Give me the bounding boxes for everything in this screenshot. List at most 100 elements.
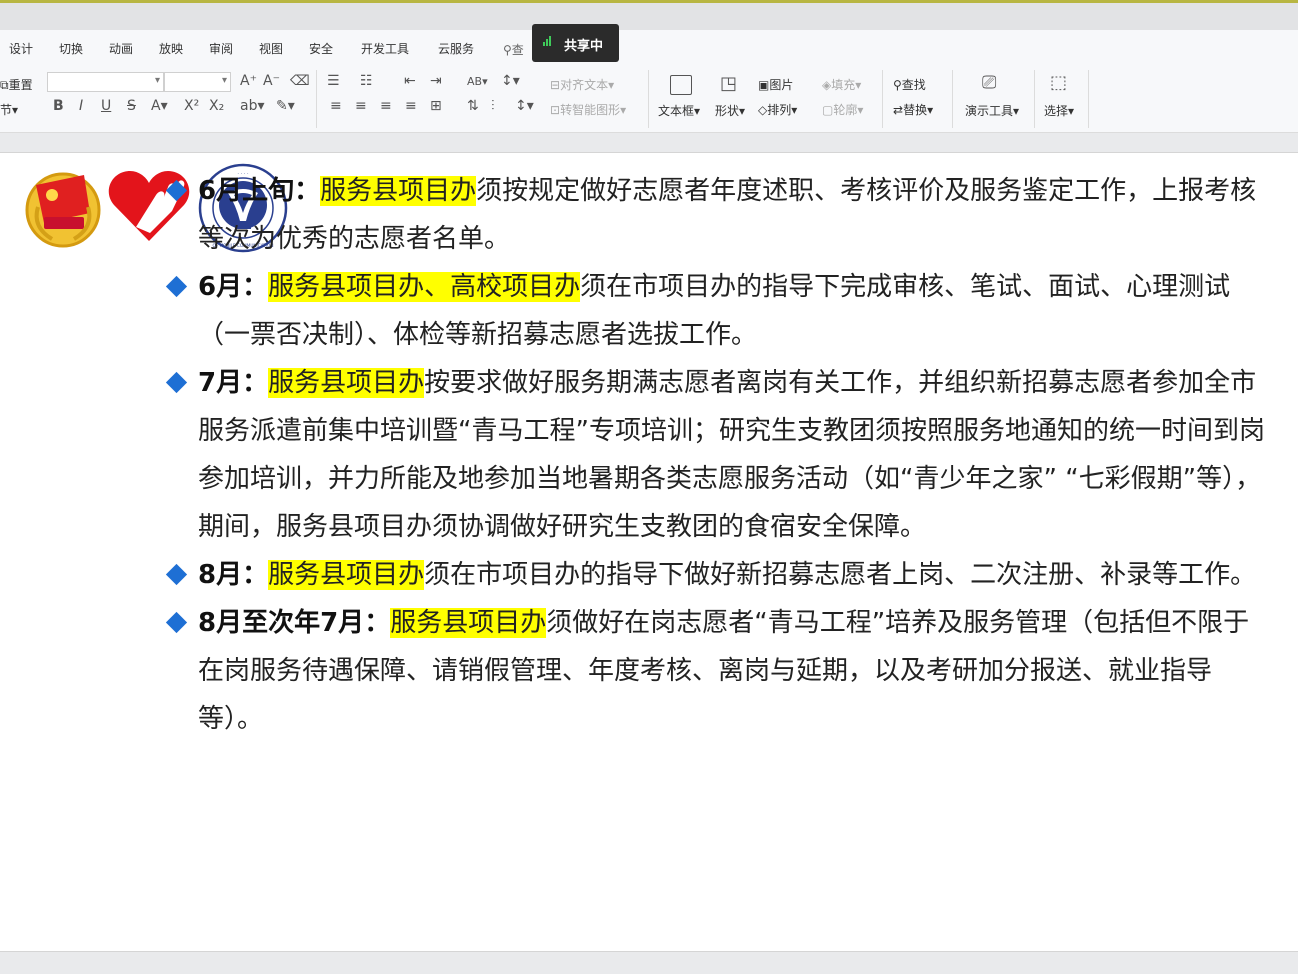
replace-button[interactable]: ⇄替换▾ [893, 101, 933, 118]
select-button[interactable]: 选择▾ [1044, 102, 1074, 119]
divider [648, 70, 649, 128]
picture-label: 图片 [769, 78, 794, 92]
tab-cloud-service[interactable]: 云服务 [438, 40, 474, 57]
shape-button[interactable]: 形状▾ [715, 102, 745, 119]
align-text-button[interactable]: ⊟对齐文本▾ [550, 76, 614, 93]
tab-design[interactable]: 设计 [9, 40, 33, 57]
paragraph-spacing-icon[interactable]: ⇅ [467, 98, 479, 114]
tab-animation[interactable]: 动画 [109, 40, 133, 57]
textbox-button[interactable]: 文本框▾ [658, 102, 700, 119]
item-period-label: 7月 [198, 368, 243, 398]
line-spacing-icon[interactable]: ↕▾ [501, 73, 520, 89]
sharing-status-badge[interactable]: 共享中 [532, 24, 619, 62]
divider [1034, 70, 1035, 128]
shape-label: 形状 [715, 104, 740, 118]
list-item[interactable]: 8月至次年7月：服务县项目办须做好在岗志愿者“青马工程”培养及服务管理（包括但不… [165, 599, 1275, 743]
item-colon: ： [242, 368, 269, 398]
reset-label: 重置 [8, 78, 33, 92]
fill-label: 填充 [831, 78, 856, 92]
numbered-list-icon[interactable]: ☷ [360, 73, 373, 89]
section-button[interactable]: 节▾ [0, 101, 18, 118]
picture-icon: ▣ [758, 78, 770, 92]
distribute-icon[interactable]: ⊞ [430, 98, 442, 114]
underline-icon[interactable]: U [101, 98, 111, 114]
item-period-label: 6月上旬 [198, 176, 295, 206]
strikethrough-icon[interactable]: S [127, 98, 136, 114]
smartart-button[interactable]: ⊡转智能图形▾ [550, 101, 626, 118]
list-item[interactable]: 7月：服务县项目办按要求做好服务期满志愿者离岗有关工作，并组织新招募志愿者参加全… [165, 359, 1275, 551]
reset-icon: ⧉ [0, 78, 9, 92]
font-color-icon[interactable]: A▾ [151, 98, 168, 114]
replace-label: 替换 [903, 103, 928, 117]
line-spacing-options-icon[interactable]: ↕▾ [515, 98, 534, 114]
divider [1088, 70, 1089, 128]
tab-view[interactable]: 视图 [259, 40, 283, 57]
phonetic-icon[interactable]: ab▾ [240, 98, 265, 114]
diamond-bullet-icon [165, 371, 188, 394]
align-text-icon: ⊟ [550, 78, 561, 92]
divider [952, 70, 953, 128]
item-colon: ： [242, 560, 269, 590]
tab-developer[interactable]: 开发工具 [361, 40, 409, 57]
communist-youth-league-emblem [25, 172, 101, 248]
decrease-indent-icon[interactable]: ⇤ [404, 73, 416, 89]
tab-slideshow[interactable]: 放映 [159, 40, 183, 57]
align-text-label: 对齐文本 [560, 78, 609, 92]
picture-button[interactable]: ▣图片 [758, 76, 793, 93]
search-command-label: 查 [511, 43, 524, 57]
text-direction-icon[interactable]: AB▾ [467, 75, 488, 88]
decrease-font-icon[interactable]: A⁻ [263, 73, 280, 89]
tab-security[interactable]: 安全 [309, 40, 333, 57]
subscript-icon[interactable]: X₂ [209, 98, 224, 114]
italic-icon[interactable]: I [79, 98, 83, 114]
schedule-bullet-list[interactable]: 6月上旬：服务县项目办须按规定做好志愿者年度述职、考核评价及服务鉴定工作，上报考… [165, 167, 1275, 743]
find-label: 查找 [901, 78, 926, 92]
increase-indent-icon[interactable]: ⇥ [430, 73, 442, 89]
search-icon: ⚲ [503, 43, 512, 57]
find-icon: ⚲ [893, 78, 902, 92]
present-tools-icon[interactable]: ⎚ [982, 72, 996, 93]
bold-icon[interactable]: B [53, 98, 64, 114]
diamond-bullet-icon [165, 611, 188, 634]
bullet-list-icon[interactable]: ☰ [327, 73, 340, 89]
arrange-button[interactable]: ◇排列▾ [758, 101, 797, 118]
item-colon: ： [364, 608, 391, 638]
reset-button[interactable]: ⧉重置 [0, 76, 33, 93]
tab-transition[interactable]: 切换 [59, 40, 83, 57]
font-size-select[interactable] [164, 72, 231, 92]
tab-review[interactable]: 审阅 [209, 40, 233, 57]
textbox-icon[interactable] [670, 75, 692, 95]
arrange-icon: ◇ [758, 103, 768, 117]
item-period-label: 8月至次年7月 [198, 608, 365, 638]
fill-button[interactable]: ◈填充▾ [822, 76, 861, 93]
divider [316, 70, 317, 128]
present-tools-button[interactable]: 演示工具▾ [965, 102, 1019, 119]
justify-icon[interactable]: ≡ [405, 98, 417, 114]
ribbon-toolbar: 设计 切换 动画 放映 审阅 视图 安全 开发工具 云服务 ⚲查 共享中 ⧉重置… [0, 24, 1298, 133]
diamond-bullet-icon [165, 563, 188, 586]
clear-format-icon[interactable]: ⌫ [290, 73, 310, 89]
divider [882, 70, 883, 128]
find-button[interactable]: ⚲查找 [893, 76, 926, 93]
select-icon[interactable]: ⬚ [1050, 72, 1067, 93]
present-tools-label: 演示工具 [965, 104, 1014, 118]
highlighted-office: 服务县项目办 [390, 608, 547, 638]
highlight-icon[interactable]: ✎▾ [276, 98, 295, 114]
list-item[interactable]: 6月：服务县项目办、高校项目办须在市项目办的指导下完成审核、笔试、面试、心理测试… [165, 263, 1275, 359]
align-center-icon[interactable]: ≡ [355, 98, 367, 114]
font-name-select[interactable] [47, 72, 164, 92]
diamond-bullet-icon [165, 179, 188, 202]
align-left-icon[interactable]: ≡ [330, 98, 342, 114]
align-right-icon[interactable]: ≡ [380, 98, 392, 114]
outline-button[interactable]: ▢轮廓▾ [822, 101, 863, 118]
highlighted-office: 服务县项目办 [268, 368, 425, 398]
item-colon: ： [242, 272, 269, 302]
search-command[interactable]: ⚲查 [503, 41, 524, 58]
list-item[interactable]: 8月：服务县项目办须在市项目办的指导下做好新招募志愿者上岗、二次注册、补录等工作… [165, 551, 1275, 599]
columns-icon[interactable]: ⫶ [491, 98, 495, 114]
highlighted-office: 服务县项目办 [268, 560, 425, 590]
list-item[interactable]: 6月上旬：服务县项目办须按规定做好志愿者年度述职、考核评价及服务鉴定工作，上报考… [165, 167, 1275, 263]
superscript-icon[interactable]: X² [184, 98, 199, 114]
shape-icon[interactable]: ◳ [720, 73, 737, 94]
increase-font-icon[interactable]: A⁺ [240, 73, 257, 89]
